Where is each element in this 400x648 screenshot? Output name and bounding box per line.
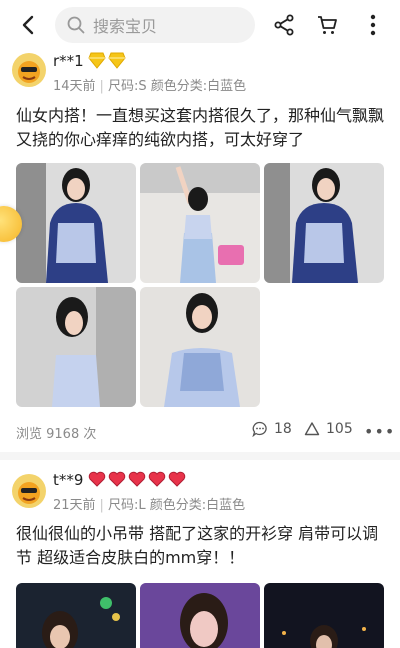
review-photo[interactable] — [16, 583, 136, 648]
comment-icon — [252, 421, 267, 437]
heart-icon — [108, 471, 126, 487]
like-icon — [304, 422, 320, 436]
search-input[interactable]: 搜索宝贝 — [55, 7, 255, 43]
comment-button[interactable]: 18 — [252, 421, 292, 437]
review-meta: 14天前 | 尺码:S 颜色分类:白蓝色 — [53, 79, 247, 94]
review-photo[interactable] — [140, 163, 260, 283]
diamond-icon — [88, 52, 106, 69]
review-photo[interactable] — [140, 583, 260, 648]
cart-icon[interactable] — [315, 13, 339, 37]
heart-icon — [88, 471, 106, 487]
username: t**9 — [53, 471, 84, 489]
back-icon[interactable] — [18, 13, 40, 37]
diamond-icon — [108, 52, 126, 69]
review-time: 14天前 — [53, 79, 96, 94]
photo-thumbnail — [16, 583, 136, 648]
more-icon[interactable] — [361, 13, 385, 37]
like-button[interactable]: 105 — [304, 421, 353, 437]
view-count: 浏览 9168 次 — [16, 427, 97, 442]
avatar[interactable] — [12, 53, 46, 87]
comment-count: 18 — [274, 421, 292, 437]
review-time: 21天前 — [53, 498, 96, 513]
review-meta: 21天前 | 尺码:L 颜色分类:白蓝色 — [53, 498, 246, 513]
review-color: 颜色分类:白蓝色 — [149, 498, 246, 513]
photo-thumbnail — [140, 583, 260, 648]
heart-icon — [148, 471, 166, 487]
review-color: 颜色分类:白蓝色 — [150, 79, 247, 94]
heart-icon — [168, 471, 186, 487]
review-photo[interactable] — [264, 163, 384, 283]
search-placeholder: 搜索宝贝 — [93, 17, 158, 36]
top-bar: 搜索宝贝 — [0, 0, 400, 50]
share-icon[interactable] — [272, 13, 296, 37]
review-text: 很仙很仙的小吊带 搭配了这家的开衫穿 肩带可以调节 超级适合皮肤白的mm穿！！ — [16, 524, 379, 567]
review-size: 尺码:S — [107, 79, 147, 94]
review-photo[interactable] — [140, 287, 260, 407]
section-divider — [0, 452, 400, 460]
photo-thumbnail — [16, 163, 136, 283]
photo-thumbnail — [140, 287, 260, 407]
search-icon — [67, 16, 85, 34]
heart-icon — [128, 471, 146, 487]
user-level-badges — [88, 471, 186, 487]
avatar[interactable] — [12, 474, 46, 508]
like-count: 105 — [326, 421, 353, 437]
review-size: 尺码:L — [107, 498, 146, 513]
avatar-icon — [12, 474, 46, 508]
review-text: 仙女内搭！一直想买这套内搭很久了，那种仙气飘飘又挠的你心痒痒的纯欲内搭，可太好穿… — [16, 106, 385, 149]
photo-thumbnail — [264, 583, 384, 648]
post-stats: 浏览 9168 次 18 105 ••• — [0, 421, 400, 443]
photo-thumbnail — [140, 163, 260, 283]
user-level-badges — [88, 52, 126, 69]
review-photo[interactable] — [16, 163, 136, 283]
avatar-icon — [12, 53, 46, 87]
photo-thumbnail — [16, 287, 136, 407]
photo-thumbnail — [264, 163, 384, 283]
review-photo[interactable] — [16, 287, 136, 407]
post-more-button[interactable]: ••• — [364, 422, 395, 441]
review-photo[interactable] — [264, 583, 384, 648]
username: r**1 — [53, 52, 84, 70]
